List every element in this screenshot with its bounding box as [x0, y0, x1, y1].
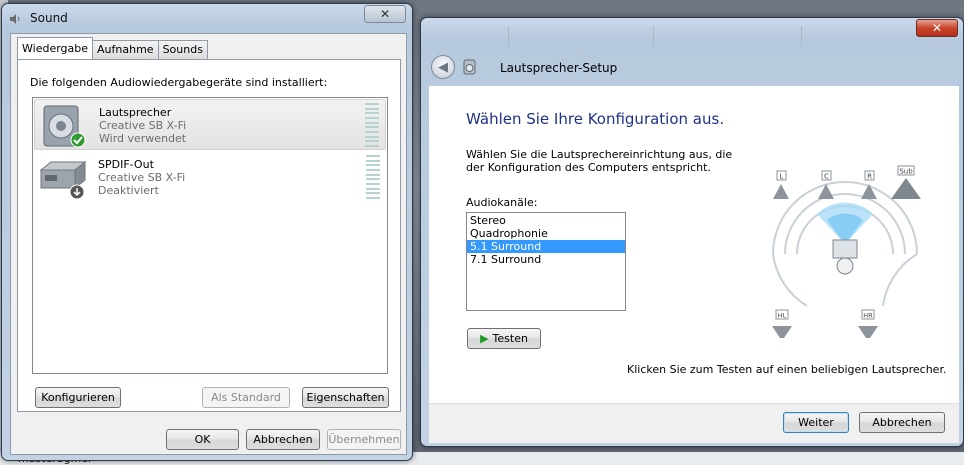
channels-listbox[interactable]: Stereo Quadrophonie 5.1 Surround 7.1 Sur…: [466, 212, 626, 311]
close-button[interactable]: ✕: [916, 19, 958, 37]
close-icon: ✕: [931, 21, 943, 35]
tab-bar: Wiedergabe Aufnahme Sounds: [17, 37, 208, 59]
device-list[interactable]: Lautsprecher Creative SB X-Fi Wird verwe…: [32, 97, 388, 374]
play-icon: ▶: [480, 332, 489, 345]
wizard-title: Lautsprecher-Setup: [500, 61, 618, 75]
listener-chair: [832, 239, 858, 259]
configure-button[interactable]: Konfigurieren: [35, 387, 121, 408]
hint-text: Klicken Sie zum Testen auf einen beliebi…: [627, 363, 947, 376]
sound-dialog: Sound ✕ Wiedergabe Aufnahme Sounds Die f…: [1, 3, 413, 461]
speaker-left[interactable]: L: [773, 170, 789, 199]
spdif-device-icon: [39, 160, 87, 200]
channel-option-5-1[interactable]: 5.1 Surround: [467, 240, 625, 253]
cancel-button[interactable]: Abbrechen: [859, 412, 945, 433]
device-name: Lautsprecher: [99, 106, 172, 119]
window-title: Sound: [30, 11, 68, 25]
svg-text:Sub: Sub: [899, 168, 913, 176]
speaker-rear-right[interactable]: HR: [858, 309, 878, 338]
cancel-button[interactable]: Abbrechen: [246, 429, 320, 450]
tab-recording[interactable]: Aufnahme: [92, 40, 159, 59]
ok-button[interactable]: OK: [166, 429, 239, 450]
description-text: Wählen Sie die Lautsprechereinrichtung a…: [466, 148, 733, 174]
speaker-default-icon: [43, 105, 86, 148]
dialog-body: Wiedergabe Aufnahme Sounds Die folgenden…: [10, 33, 407, 455]
back-arrow-icon: ◀: [438, 59, 448, 75]
apply-button[interactable]: Übernehmen: [327, 429, 401, 450]
next-button[interactable]: Weiter: [783, 412, 849, 433]
page-title: Wählen Sie Ihre Konfiguration aus.: [466, 110, 725, 128]
svg-text:HR: HR: [863, 312, 873, 320]
device-name: SPDIF-Out: [98, 158, 154, 171]
listener-head: [836, 257, 854, 275]
close-icon: ✕: [379, 7, 391, 21]
speaker-layout-diagram[interactable]: L C R Sub HL HR: [755, 144, 935, 344]
properties-button[interactable]: Eigenschaften: [302, 387, 389, 408]
channel-option-7-1[interactable]: 7.1 Surround: [467, 253, 625, 266]
list-item[interactable]: SPDIF-Out Creative SB X-Fi Deaktiviert: [34, 152, 386, 203]
background-tab: [801, 26, 891, 46]
volume-meter: [365, 103, 379, 147]
tab-panel: Die folgenden Audiowiedergabegeräte sind…: [17, 59, 401, 412]
device-status: Deaktiviert: [98, 184, 159, 197]
svg-text:L: L: [780, 173, 784, 181]
list-item[interactable]: Lautsprecher Creative SB X-Fi Wird verwe…: [34, 99, 386, 150]
wizard-nav: ◀ Lautsprecher-Setup: [421, 50, 964, 84]
wizard-footer: Weiter Abbrechen: [429, 403, 959, 443]
background-tab: [508, 26, 623, 46]
background-tab: [653, 26, 793, 46]
test-button[interactable]: ▶ Testen: [467, 328, 541, 349]
test-button-label: Testen: [492, 332, 528, 345]
speaker-rear-left[interactable]: HL: [772, 309, 792, 338]
device-status: Wird verwendet: [99, 132, 187, 145]
volume-meter: [366, 155, 380, 199]
svg-text:C: C: [824, 173, 829, 181]
set-default-button[interactable]: Als Standard: [202, 387, 290, 408]
svg-text:R: R: [867, 173, 872, 181]
close-button[interactable]: ✕: [364, 5, 406, 23]
speaker-setup-window: ✕ ◀ Lautsprecher-Setup Wählen Sie Ihre K…: [420, 17, 964, 447]
speaker-subwoofer[interactable]: Sub: [891, 165, 921, 199]
back-button[interactable]: ◀: [431, 55, 455, 79]
device-driver: Creative SB X-Fi: [98, 171, 186, 184]
wizard-content: Wählen Sie Ihre Konfiguration aus. Wähle…: [429, 86, 959, 403]
channels-label: Audiokanäle:: [466, 196, 538, 209]
speaker-icon: [10, 14, 20, 24]
channel-option-stereo[interactable]: Stereo: [467, 214, 625, 227]
tab-playback[interactable]: Wiedergabe: [17, 37, 94, 59]
speaker-center[interactable]: C: [818, 170, 834, 199]
device-driver: Creative SB X-Fi: [99, 119, 187, 132]
svg-text:HL: HL: [778, 312, 787, 320]
tab-sounds[interactable]: Sounds: [157, 40, 208, 59]
speaker-setup-icon: [463, 59, 476, 75]
channel-option-quadrophonie[interactable]: Quadrophonie: [467, 227, 625, 240]
instruction-label: Die folgenden Audiowiedergabegeräte sind…: [30, 76, 328, 89]
